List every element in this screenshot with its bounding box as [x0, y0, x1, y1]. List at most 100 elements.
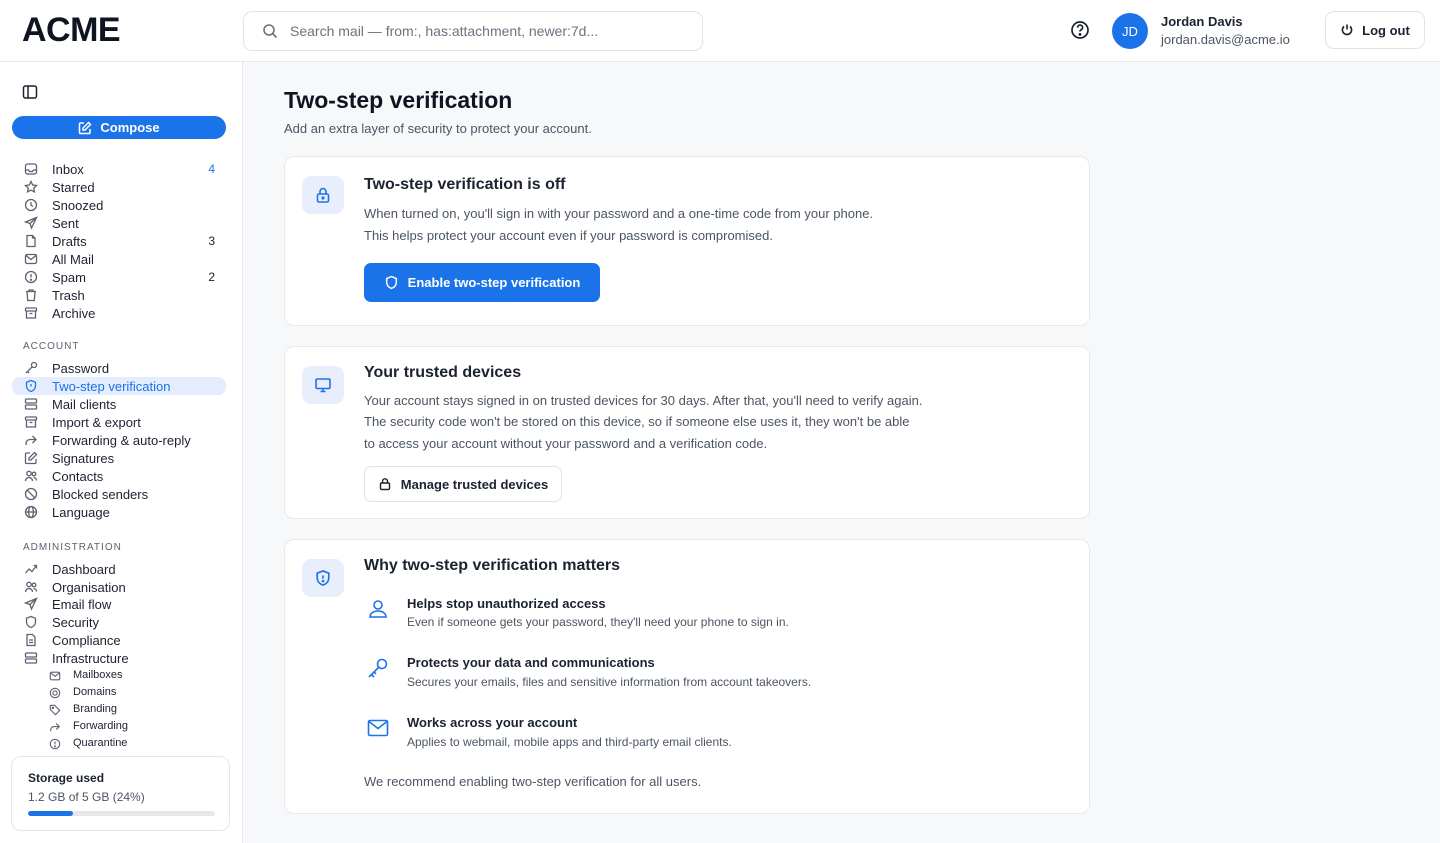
- shield-icon: [24, 379, 38, 393]
- archive-icon: [24, 415, 38, 429]
- key-icon: [366, 656, 390, 680]
- draft-count-badge: 3: [208, 234, 215, 248]
- sidebar-item-sent[interactable]: Sent: [12, 214, 226, 232]
- sidebar-item-label: Signatures: [52, 450, 115, 466]
- sidebar-item-label: Archive: [52, 305, 96, 321]
- sidebar-subitem-domains[interactable]: Domains: [12, 685, 226, 701]
- sidebar-item-inbox[interactable]: Inbox 4: [12, 160, 226, 178]
- sidebar-item-password[interactable]: Password: [12, 359, 226, 377]
- sidebar-subitem-label: Mailboxes: [73, 669, 123, 681]
- compose-button[interactable]: Compose: [12, 116, 226, 139]
- sidebar-item-mail-clients[interactable]: Mail clients: [12, 395, 226, 413]
- forward-icon: [24, 433, 38, 447]
- lock-icon: [378, 477, 392, 491]
- manage-button-label: Manage trusted devices: [400, 476, 549, 492]
- sidebar-item-signatures[interactable]: Signatures: [12, 449, 226, 467]
- forward-icon: [49, 721, 61, 733]
- sidebar-item-label: Password: [52, 360, 110, 376]
- spam-count-badge: 2: [208, 270, 215, 284]
- why-card-title: Why two-step verification matters: [364, 557, 621, 574]
- globe-icon: [49, 687, 61, 699]
- sidebar-subitem-label: Domains: [73, 686, 117, 698]
- logout-label: Log out: [1362, 22, 1410, 38]
- sidebar-subitem-branding[interactable]: Branding: [12, 702, 226, 718]
- enable-two-step-button[interactable]: Enable two-step verification: [364, 263, 600, 302]
- sidebar-item-label: Sent: [52, 215, 79, 231]
- sidebar-item-label: Organisation: [52, 579, 126, 595]
- user-icon: [366, 597, 390, 621]
- sidebar-item-infrastructure[interactable]: Infrastructure: [12, 649, 226, 667]
- sidebar-item-label: Forwarding & auto-reply: [52, 432, 191, 448]
- top-bar: ACME JD Jordan Davis jordan.davis@acme.i…: [0, 0, 1440, 62]
- sidebar-item-starred[interactable]: Starred: [12, 178, 226, 196]
- sidebar-item-label: Mail clients: [52, 396, 117, 412]
- storage-progress-fill: [28, 811, 73, 816]
- sidebar-item-label: Security: [52, 614, 99, 630]
- why-two-step-card: Why two-step verification matters Helps …: [284, 539, 1090, 814]
- block-icon: [24, 487, 38, 501]
- sidebar-item-forwarding-auto-reply[interactable]: Forwarding & auto-reply: [12, 431, 226, 449]
- logout-button[interactable]: Log out: [1325, 11, 1425, 49]
- storage-progress-bar: [28, 811, 215, 816]
- lock-icon: [302, 176, 344, 214]
- section-title-administration: ADMINISTRATION: [23, 542, 122, 553]
- sidebar-item-all-mail[interactable]: All Mail: [12, 250, 226, 268]
- search-input[interactable]: [290, 23, 670, 39]
- sidebar-toggle-icon[interactable]: [22, 84, 38, 100]
- sidebar-item-label: Trash: [52, 287, 85, 303]
- sidebar-item-two-step-verification[interactable]: Two-step verification: [12, 377, 226, 395]
- users-icon: [24, 580, 38, 594]
- manage-trusted-devices-button[interactable]: Manage trusted devices: [364, 466, 562, 502]
- devices-card-title: Your trusted devices: [364, 364, 522, 381]
- avatar[interactable]: JD: [1112, 13, 1148, 49]
- sidebar-item-label: Language: [52, 504, 110, 520]
- spam-icon: [24, 270, 38, 284]
- sidebar-item-snoozed[interactable]: Snoozed: [12, 196, 226, 214]
- section-title-account: ACCOUNT: [23, 341, 80, 352]
- sidebar-subitem-forwarding[interactable]: Forwarding: [12, 719, 226, 735]
- document-icon: [24, 633, 38, 647]
- help-icon[interactable]: [1068, 18, 1092, 42]
- sidebar-item-organisation[interactable]: Organisation: [12, 578, 226, 596]
- sidebar-item-drafts[interactable]: Drafts 3: [12, 232, 226, 250]
- sidebar-subitem-quarantine[interactable]: Quarantine: [12, 736, 226, 752]
- sidebar: Compose Inbox 4 Starred Snoozed Sent Dra…: [0, 62, 243, 843]
- clock-icon: [24, 198, 38, 212]
- star-icon: [24, 180, 38, 194]
- brand-logo[interactable]: ACME: [22, 11, 121, 50]
- sidebar-item-blocked-senders[interactable]: Blocked senders: [12, 485, 226, 503]
- sidebar-item-archive[interactable]: Archive: [12, 304, 226, 322]
- mail-icon: [366, 716, 390, 740]
- feature-description: Applies to webmail, mobile apps and thir…: [407, 735, 732, 749]
- sidebar-item-trash[interactable]: Trash: [12, 286, 226, 304]
- devices-card-line: to access your account without your pass…: [364, 436, 768, 451]
- enable-button-label: Enable two-step verification: [407, 275, 581, 290]
- sidebar-item-email-flow[interactable]: Email flow: [12, 595, 226, 613]
- sidebar-item-label: Starred: [52, 179, 95, 195]
- sidebar-item-label: Snoozed: [52, 197, 104, 213]
- sidebar-item-label: Compliance: [52, 632, 121, 648]
- trusted-devices-card: Your trusted devices Your account stays …: [284, 346, 1090, 519]
- pen-icon: [24, 451, 38, 465]
- sidebar-item-compliance[interactable]: Compliance: [12, 631, 226, 649]
- send-icon: [24, 216, 38, 230]
- sidebar-subitem-mailboxes[interactable]: Mailboxes: [12, 668, 226, 684]
- status-card-line: When turned on, you'll sign in with your…: [364, 206, 874, 221]
- sidebar-item-label: Infrastructure: [52, 650, 129, 666]
- storage-card: Storage used 1.2 GB of 5 GB (24%): [11, 756, 230, 831]
- sidebar-item-contacts[interactable]: Contacts: [12, 467, 226, 485]
- sidebar-item-dashboard[interactable]: Dashboard: [12, 560, 226, 578]
- sidebar-item-spam[interactable]: Spam 2: [12, 268, 226, 286]
- devices-card-line: Your account stays signed in on trusted …: [364, 393, 923, 408]
- mail-icon: [49, 670, 61, 682]
- sidebar-item-label: All Mail: [52, 251, 94, 267]
- sidebar-item-label: Dashboard: [52, 561, 116, 577]
- sidebar-item-security[interactable]: Security: [12, 613, 226, 631]
- sidebar-subitem-label: Forwarding: [73, 720, 129, 732]
- search-box[interactable]: [243, 11, 703, 51]
- sidebar-item-import-export[interactable]: Import & export: [12, 413, 226, 431]
- mail-icon: [24, 252, 38, 266]
- sidebar-item-language[interactable]: Language: [12, 503, 226, 521]
- chart-icon: [24, 562, 38, 576]
- sidebar-item-label: Email flow: [52, 596, 112, 612]
